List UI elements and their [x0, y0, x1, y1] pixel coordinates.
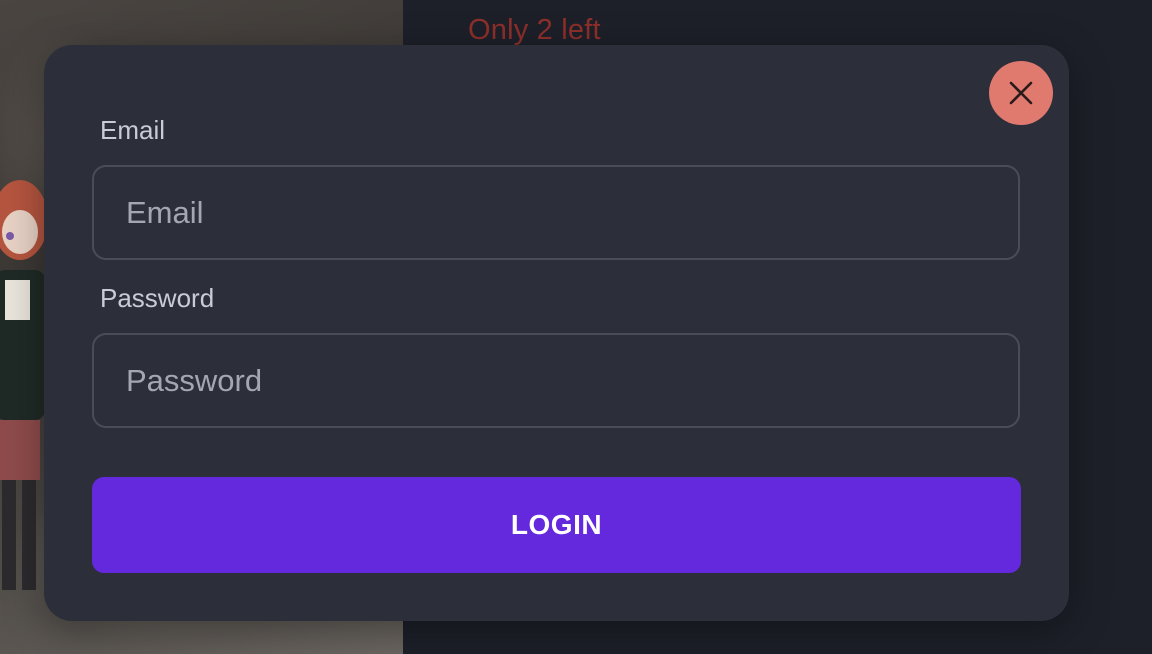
email-label: Email	[100, 115, 166, 145]
password-input[interactable]	[92, 333, 1020, 428]
email-input[interactable]	[92, 165, 1020, 260]
close-icon	[1009, 81, 1033, 105]
stock-notice: Only 2 left	[468, 14, 601, 46]
password-label: Password	[100, 283, 215, 313]
page: Only 2 left Email Password LOGIN	[0, 0, 1152, 654]
close-button[interactable]	[989, 61, 1053, 125]
login-button[interactable]: LOGIN	[92, 477, 1021, 573]
login-modal: Email Password LOGIN	[44, 45, 1069, 621]
